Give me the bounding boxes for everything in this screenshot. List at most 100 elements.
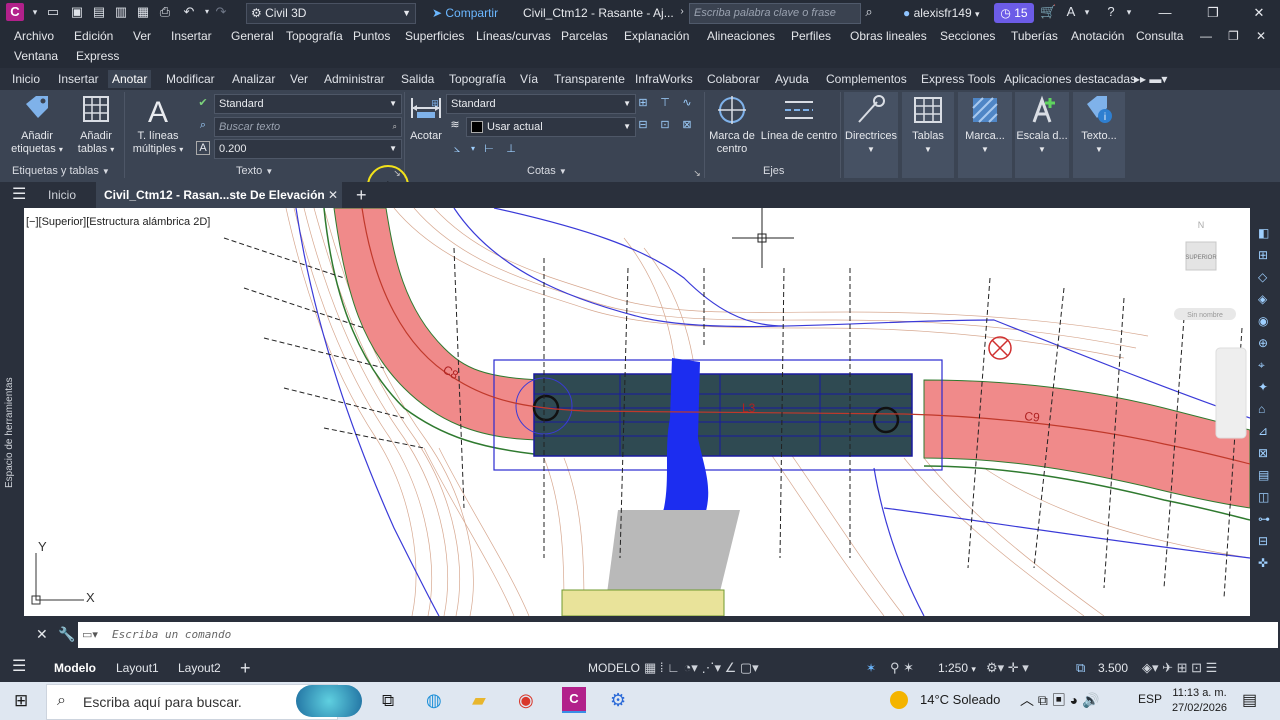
- add-layout-plus-icon[interactable]: +: [240, 659, 251, 677]
- markup-button[interactable]: Marca... ▼: [958, 94, 1012, 156]
- help-icon[interactable]: ?: [1104, 5, 1118, 19]
- save-as-icon[interactable]: ▥: [114, 5, 128, 19]
- close-tab-icon[interactable]: ✕: [328, 186, 338, 204]
- tab-aplicaciones-destacadas[interactable]: Aplicaciones destacadas: [1000, 70, 1140, 88]
- cart-icon[interactable]: 🛒: [1040, 5, 1056, 19]
- undo-icon[interactable]: ↶: [182, 5, 196, 19]
- command-input[interactable]: Escriba un comando: [112, 628, 231, 641]
- status-toggle-icons[interactable]: ▦ ⁞ ∟ ◔▾ ⋰▾ ∠ ▢▾: [644, 659, 759, 677]
- dim-break-icon[interactable]: ⊟: [636, 118, 650, 132]
- menu-alineaciones[interactable]: Alineaciones: [707, 27, 775, 45]
- dim-aligned-icon[interactable]: ⊤: [658, 96, 672, 110]
- right-toolbar-icons[interactable]: ◧ ⊞ ◇ ◈ ◉ ⊕ ⌖ ✦ ⌂ ⊿ ⊠ ▤ ◫ ⊶ ⊟ ✜: [1258, 222, 1270, 574]
- annotation-visibility-icon[interactable]: ✶: [866, 659, 876, 677]
- plot-icon[interactable]: ▦: [136, 5, 150, 19]
- tab-anotar[interactable]: Anotar: [108, 70, 152, 88]
- chevron-right-icon[interactable]: ›: [675, 5, 689, 19]
- app-menu-chevron-icon[interactable]: ▾: [28, 5, 42, 19]
- centerline-button[interactable]: Línea de centro: [760, 94, 838, 143]
- panel-dims-dialog-launcher-icon[interactable]: ↘: [690, 166, 704, 180]
- menu-obras-lineales[interactable]: Obras lineales: [850, 27, 927, 45]
- menu-edicion[interactable]: Edición: [74, 27, 113, 45]
- task-view-icon[interactable]: ⧉: [382, 691, 394, 711]
- dim-linear-icon[interactable]: ⊞: [636, 96, 650, 110]
- dim-layer-select[interactable]: Usar actual ▼: [466, 117, 636, 137]
- print-icon[interactable]: ⎙: [158, 5, 172, 19]
- chevron-down-icon[interactable]: ▾: [466, 142, 480, 156]
- file-tab-document[interactable]: Civil_Ctm12 - Rasan...ste De Elevación V…: [96, 182, 342, 220]
- doc-close-button[interactable]: ✕: [1256, 27, 1266, 45]
- drawing-viewport[interactable]: C8 C9 L3 SUPERIOR N Sin nombre Y X [−][S…: [24, 208, 1250, 616]
- menu-perfiles[interactable]: Perfiles: [791, 27, 831, 45]
- dim-angle-icon[interactable]: ⦣: [450, 142, 464, 156]
- notifications-badge[interactable]: ◷ 15: [994, 3, 1034, 23]
- menu-secciones[interactable]: Secciones: [940, 27, 995, 45]
- dim-space-icon[interactable]: ⊡: [658, 118, 672, 132]
- autodesk-a360-icon[interactable]: A: [1064, 5, 1078, 19]
- tab-topografia[interactable]: Topografía: [445, 70, 510, 88]
- menu-archivo[interactable]: Archivo: [14, 27, 54, 45]
- elevation-value[interactable]: 3.500: [1098, 659, 1128, 677]
- command-line[interactable]: ▭▾ Escriba un comando: [78, 622, 1278, 648]
- doc-minimize-button[interactable]: —: [1200, 27, 1212, 45]
- nav-bar[interactable]: [1215, 347, 1247, 439]
- tab-express-tools[interactable]: Express Tools: [917, 70, 999, 88]
- menu-express[interactable]: Express: [76, 47, 119, 65]
- windows-start-icon[interactable]: ⊞: [14, 691, 28, 711]
- civil3d-app-icon[interactable]: C: [6, 3, 24, 21]
- close-command-icon[interactable]: ✕: [36, 626, 48, 643]
- chevron-down-icon[interactable]: ▾: [1080, 5, 1094, 19]
- keyword-search-input[interactable]: Escriba palabra clave o frase: [689, 3, 861, 24]
- hamburger-menu-icon[interactable]: ☰: [12, 186, 26, 204]
- tab-ayuda[interactable]: Ayuda: [771, 70, 813, 88]
- dim-update-icon[interactable]: ⊠: [680, 118, 694, 132]
- dim-style-select[interactable]: Standard ▼: [446, 94, 636, 114]
- menu-ventana[interactable]: Ventana: [14, 47, 58, 65]
- dim-continue-icon[interactable]: ⊢: [482, 142, 496, 156]
- workspace-select[interactable]: ⚙ Civil 3D ▼: [246, 3, 416, 24]
- civil3d-taskbar-icon[interactable]: C: [562, 687, 586, 713]
- file-explorer-icon[interactable]: ▰: [472, 690, 486, 711]
- annotation-toggles-icons[interactable]: ⚲ ✶: [890, 659, 914, 677]
- undo-dropdown-icon[interactable]: ▾: [200, 5, 214, 19]
- text-height-input[interactable]: 0.200 ▼: [214, 139, 402, 159]
- tab-administrar[interactable]: Administrar: [320, 70, 389, 88]
- menu-lineas-curvas[interactable]: Líneas/curvas: [476, 27, 551, 45]
- tab-transparente[interactable]: Transparente: [550, 70, 629, 88]
- mtext-button[interactable]: A T. líneas múltiples ▾: [128, 94, 188, 156]
- redo-icon[interactable]: ↷: [214, 5, 228, 19]
- open-folder-icon[interactable]: ▣: [70, 5, 84, 19]
- settings-app-icon[interactable]: ⚙: [610, 690, 626, 711]
- panel-labels-title[interactable]: Etiquetas y tablas ▼: [12, 162, 110, 180]
- search-icon[interactable]: ⌕: [862, 5, 876, 19]
- weather-text[interactable]: 14°C Soleado: [920, 692, 1000, 707]
- menu-consulta[interactable]: Consulta: [1136, 27, 1183, 45]
- tab-layout1[interactable]: Layout1: [116, 659, 159, 677]
- panel-text-title[interactable]: Texto ▼: [236, 162, 273, 180]
- tab-layout2[interactable]: Layout2: [178, 659, 221, 677]
- command-history-icon[interactable]: ▭▾: [82, 628, 98, 641]
- edge-browser-icon[interactable]: ◍: [426, 690, 442, 711]
- text-style-select[interactable]: Standard ▼: [214, 94, 402, 114]
- menu-general[interactable]: General: [231, 27, 274, 45]
- notification-center-icon[interactable]: ▤: [1242, 690, 1257, 710]
- text-tools-button[interactable]: i Texto... ▼: [1073, 94, 1125, 156]
- leaders-button[interactable]: Directrices ▼: [844, 94, 898, 156]
- menu-superficies[interactable]: Superficies: [405, 27, 464, 45]
- panel-axes-title[interactable]: Ejes: [763, 162, 784, 180]
- new-tab-plus-icon[interactable]: +: [356, 184, 367, 206]
- share-button[interactable]: ➤ Compartir: [432, 4, 498, 22]
- menu-insertar[interactable]: Insertar: [171, 27, 212, 45]
- workspace-status-icons[interactable]: ⚙▾ ✛ ▾: [986, 659, 1029, 677]
- keyboard-language[interactable]: ESP: [1138, 692, 1162, 706]
- maximize-button[interactable]: ❐: [1198, 3, 1228, 23]
- panel-dims-title[interactable]: Cotas ▼: [527, 162, 567, 180]
- tab-infraworks[interactable]: InfraWorks: [631, 70, 697, 88]
- new-file-icon[interactable]: ▭: [46, 5, 60, 19]
- save-icon[interactable]: ▤: [92, 5, 106, 19]
- file-tab-home[interactable]: Inicio: [48, 186, 76, 204]
- chrome-icon[interactable]: ◉: [518, 690, 534, 711]
- menu-tuberias[interactable]: Tuberías: [1011, 27, 1058, 45]
- annotation-scale-select[interactable]: 1:250 ▾: [938, 659, 976, 678]
- tab-salida[interactable]: Salida: [397, 70, 438, 88]
